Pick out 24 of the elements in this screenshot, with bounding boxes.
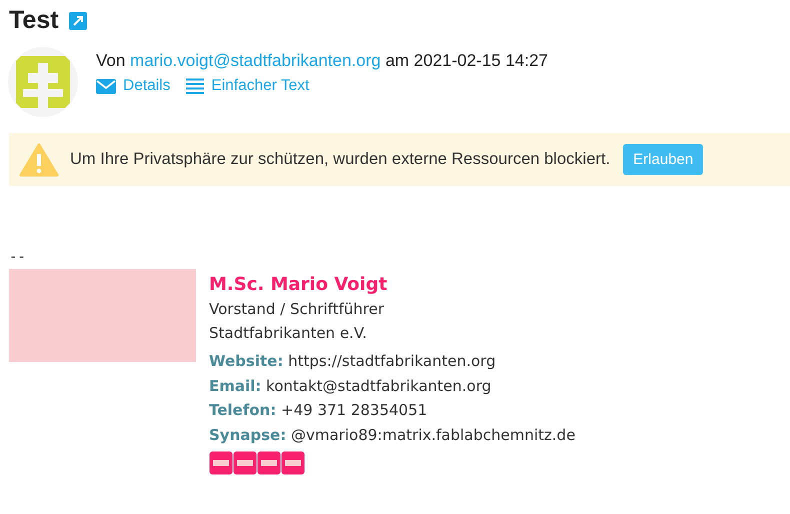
lines-icon xyxy=(186,78,204,94)
signature-name: M.Sc. Mario Voigt xyxy=(209,273,388,297)
contact-line: Synapse: @vmario89:matrix.fablabchemnitz.de xyxy=(209,424,576,446)
blocked-image-icon[interactable] xyxy=(281,451,305,475)
signature-line: Vorstand / Schriftführer xyxy=(209,299,385,320)
warning-icon xyxy=(19,142,59,176)
allow-button[interactable]: Erlauben xyxy=(623,144,704,175)
contact-line: Telefon: +49 371 28354051 xyxy=(209,400,428,421)
contact-line: Email: kontakt@stadtfabrikanten.org xyxy=(209,376,492,396)
blocked-image-icon[interactable] xyxy=(209,451,233,475)
contact-line: Website: https://stadtfabrikanten.org xyxy=(209,351,497,372)
signature-separator: -- xyxy=(9,249,27,265)
signature-line: Stadtfabrikanten e.V. xyxy=(209,323,368,344)
sender-avatar-icon xyxy=(8,47,78,117)
envelope-icon xyxy=(96,78,116,94)
sender-line: Von mario.voigt@stadtfabrikanten.org am 2021-02-15 14:27 xyxy=(96,51,548,71)
blocked-image-icon[interactable] xyxy=(233,451,257,475)
message-title: Test xyxy=(9,6,59,35)
view-link[interactable]: Details xyxy=(96,77,170,95)
open-external-icon[interactable] xyxy=(68,12,87,30)
view-link[interactable]: Einfacher Text xyxy=(186,77,310,95)
privacy-message: Um Ihre Privatsphäre zur schützen, wurden externe Ressourcen blockiert. xyxy=(70,150,610,169)
blocked-image-icon[interactable] xyxy=(257,451,281,475)
sender-email-link[interactable]: mario.voigt@stadtfabrikanten.org xyxy=(130,51,381,70)
